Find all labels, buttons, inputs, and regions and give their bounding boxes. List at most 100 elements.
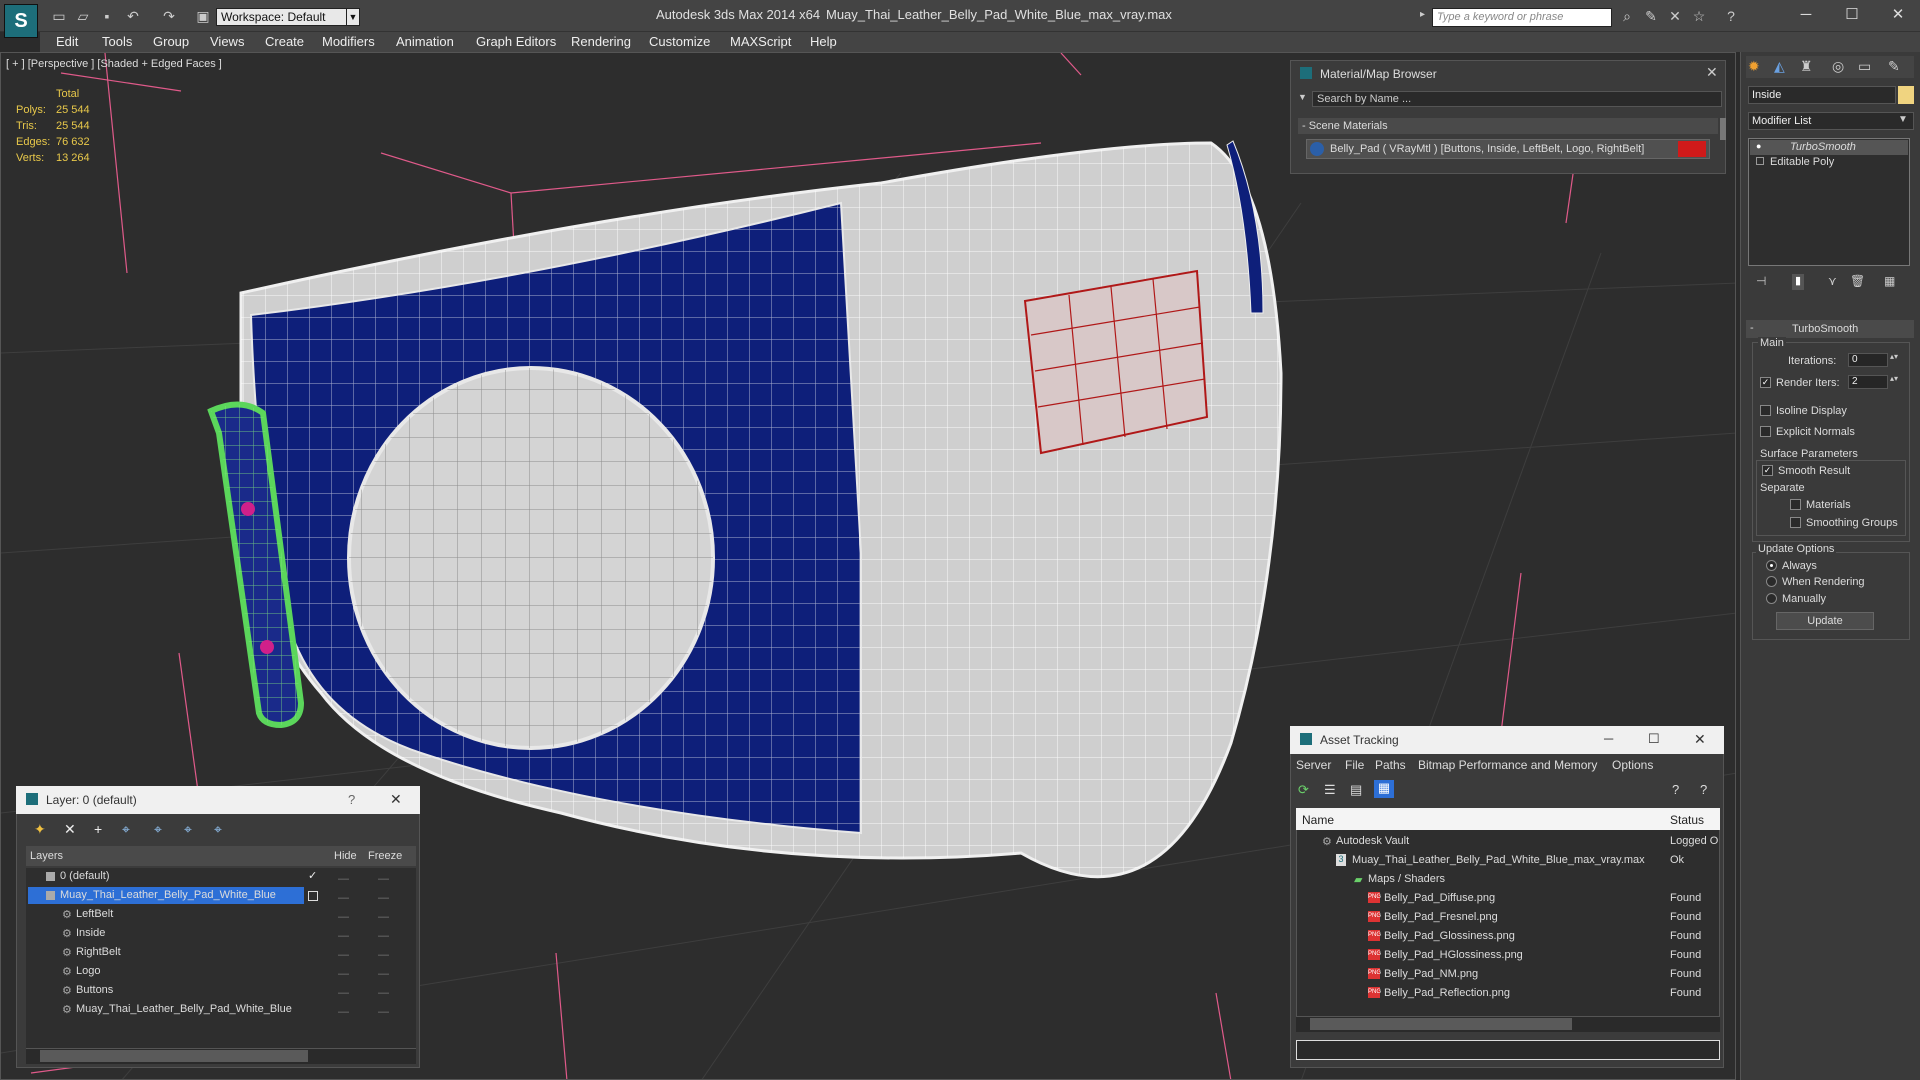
object-row-muay-thai[interactable]: Muay_Thai_Leather_Belly_Pad_White_Blue xyxy=(76,1003,292,1015)
explicit-normals-checkbox[interactable] xyxy=(1760,426,1771,437)
open-file-icon[interactable]: ▱ xyxy=(74,8,92,24)
search-options-icon[interactable]: ▼ xyxy=(1298,92,1307,102)
asset-row-glossiness[interactable]: Belly_Pad_Glossiness.png xyxy=(1384,930,1515,942)
modify-tab-icon[interactable]: ◭ xyxy=(1774,58,1785,75)
grid-view-icon[interactable]: ▦ xyxy=(1374,780,1394,798)
asset-row-nm[interactable]: Belly_Pad_NM.png xyxy=(1384,968,1478,980)
hide-all-layers-icon[interactable]: ⌖ xyxy=(184,821,192,838)
layer-row-muay-thai[interactable]: Muay_Thai_Leather_Belly_Pad_White_Blue xyxy=(60,889,276,901)
chevron-down-icon[interactable]: ▼ xyxy=(346,8,360,26)
menu-animation[interactable]: Animation xyxy=(396,34,454,49)
help-icon[interactable]: ? xyxy=(1722,8,1740,24)
asset-menu-file[interactable]: File xyxy=(1345,758,1364,772)
object-color-swatch[interactable] xyxy=(1898,86,1914,104)
workspace-dropdown[interactable]: Workspace: Default xyxy=(216,8,360,26)
refresh-icon[interactable]: ⟳ xyxy=(1298,782,1309,798)
col-layers[interactable]: Layers xyxy=(30,850,63,862)
asset-row-maxfile[interactable]: Muay_Thai_Leather_Belly_Pad_White_Blue_m… xyxy=(1352,854,1645,866)
spinner-arrows-icon[interactable]: ▴▾ xyxy=(1890,374,1898,383)
app-logo-icon[interactable]: S xyxy=(4,4,38,38)
asset-row-hglossiness[interactable]: Belly_Pad_HGlossiness.png xyxy=(1384,949,1523,961)
when-rendering-radio[interactable] xyxy=(1766,576,1777,587)
close-icon[interactable]: ✕ xyxy=(1694,731,1706,748)
make-unique-icon[interactable]: ⋎ xyxy=(1828,274,1837,288)
layer-row-default[interactable]: 0 (default) xyxy=(60,870,110,882)
pin-stack-icon[interactable]: ⊣ xyxy=(1756,274,1766,288)
object-row-rightbelt[interactable]: RightBelt xyxy=(76,946,121,958)
hide-toggles[interactable]: — — — — — — — — xyxy=(338,870,350,1018)
expand-search-icon[interactable]: ▸ xyxy=(1420,9,1430,20)
show-end-result-icon[interactable]: ▮ xyxy=(1792,274,1804,290)
help-icon[interactable]: ? xyxy=(1672,782,1679,797)
col-name[interactable]: Name xyxy=(1302,813,1334,827)
object-row-buttons[interactable]: Buttons xyxy=(76,984,113,996)
help-topic-icon[interactable]: ? xyxy=(1700,782,1707,797)
delete-layer-icon[interactable]: ✕ xyxy=(64,821,76,838)
object-row-logo[interactable]: Logo xyxy=(76,965,100,977)
col-status[interactable]: Status xyxy=(1670,813,1704,827)
set-current-layer-icon[interactable] xyxy=(308,891,318,901)
asset-menu-server[interactable]: Server xyxy=(1296,758,1331,772)
freeze-all-layers-icon[interactable]: ⌖ xyxy=(214,821,222,838)
close-icon[interactable]: ✕ xyxy=(390,791,402,808)
close-icon[interactable]: ✕ xyxy=(1880,4,1916,26)
asset-row-vault[interactable]: Autodesk Vault xyxy=(1336,835,1409,847)
iterations-spinner[interactable]: 0 xyxy=(1848,353,1888,367)
col-hide[interactable]: Hide xyxy=(334,850,357,862)
asset-menu-paths[interactable]: Paths xyxy=(1375,758,1406,772)
materials-checkbox[interactable] xyxy=(1790,499,1801,510)
table-view-icon[interactable]: ▤ xyxy=(1350,782,1362,798)
expand-icon[interactable] xyxy=(1756,157,1764,165)
exchange-icon[interactable]: ✕ xyxy=(1666,8,1684,24)
redo-icon[interactable]: ↷ xyxy=(160,8,178,24)
menu-modifiers[interactable]: Modifiers xyxy=(322,34,375,49)
undo-icon[interactable]: ↶ xyxy=(124,8,142,24)
save-file-icon[interactable]: ▪ xyxy=(98,8,116,24)
asset-row-fresnel[interactable]: Belly_Pad_Fresnel.png xyxy=(1384,911,1498,923)
smooth-result-checkbox[interactable]: ✓ xyxy=(1762,465,1773,476)
smoothing-groups-checkbox[interactable] xyxy=(1790,517,1801,528)
maximize-icon[interactable]: ☐ xyxy=(1648,731,1660,747)
menu-maxscript[interactable]: MAXScript xyxy=(730,34,791,49)
menu-customize[interactable]: Customize xyxy=(649,34,710,49)
object-row-inside[interactable]: Inside xyxy=(76,927,105,939)
viewport-label[interactable]: [ + ] [Perspective ] [Shaded + Edged Fac… xyxy=(6,58,222,70)
manually-radio[interactable] xyxy=(1766,593,1777,604)
add-to-layer-icon[interactable]: + xyxy=(94,821,102,837)
update-button[interactable]: Update xyxy=(1776,612,1874,630)
minimize-icon[interactable]: ─ xyxy=(1604,731,1613,746)
search-input[interactable]: Type a keyword or phrase xyxy=(1432,8,1612,27)
asset-menu-options[interactable]: Options xyxy=(1612,758,1653,772)
minimize-icon[interactable]: ─ xyxy=(1788,4,1824,26)
asset-path-field[interactable] xyxy=(1296,1040,1720,1060)
close-icon[interactable]: ✕ xyxy=(1706,64,1718,81)
menu-rendering[interactable]: Rendering xyxy=(571,34,631,49)
configure-modifier-sets-icon[interactable]: ▦ xyxy=(1884,274,1895,288)
new-file-icon[interactable]: ▭ xyxy=(50,8,68,24)
hierarchy-tab-icon[interactable]: ♜ xyxy=(1800,58,1813,75)
asset-row-reflection[interactable]: Belly_Pad_Reflection.png xyxy=(1384,987,1510,999)
new-layer-icon[interactable]: ✦ xyxy=(34,821,46,838)
asset-row-diffuse[interactable]: Belly_Pad_Diffuse.png xyxy=(1384,892,1495,904)
project-folder-icon[interactable]: ▣ xyxy=(194,8,212,24)
rollout-collapse-icon[interactable]: - xyxy=(1750,322,1754,334)
menu-edit[interactable]: Edit xyxy=(56,34,78,49)
highlight-selected-icon[interactable]: ⌖ xyxy=(154,821,162,838)
spinner-arrows-icon[interactable]: ▴▾ xyxy=(1890,352,1898,361)
modifier-list-dropdown[interactable]: Modifier List xyxy=(1748,112,1914,130)
menu-help[interactable]: Help xyxy=(810,34,837,49)
motion-tab-icon[interactable]: ◎ xyxy=(1832,58,1844,75)
browser-scrollbar[interactable] xyxy=(1720,118,1726,140)
maximize-icon[interactable]: ☐ xyxy=(1834,4,1870,26)
col-freeze[interactable]: Freeze xyxy=(368,850,402,862)
remove-modifier-icon[interactable]: 🗑 xyxy=(1850,274,1865,288)
asset-menu-bitmap-performance[interactable]: Bitmap Performance and Memory xyxy=(1418,758,1597,772)
favorites-star-icon[interactable]: ☆ xyxy=(1690,8,1708,24)
scrollbar-thumb[interactable] xyxy=(1310,1018,1572,1030)
scrollbar-thumb[interactable] xyxy=(40,1050,308,1062)
isoline-display-checkbox[interactable] xyxy=(1760,405,1771,416)
chevron-down-icon[interactable]: ▼ xyxy=(1898,114,1908,125)
menu-tools[interactable]: Tools xyxy=(102,34,132,49)
layer-help-icon[interactable]: ? xyxy=(348,792,355,807)
menu-group[interactable]: Group xyxy=(153,34,189,49)
